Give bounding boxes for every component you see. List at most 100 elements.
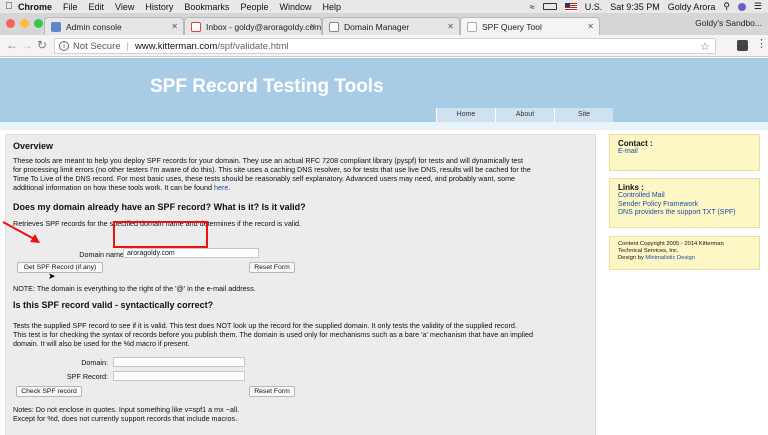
design-credit: Design by Minimalistic Design (618, 255, 751, 262)
domain-name-label: Domain name: (79, 250, 126, 259)
close-window-button[interactable] (6, 19, 15, 28)
tab-label: Admin console (66, 21, 122, 32)
close-icon[interactable]: ✕ (587, 22, 594, 31)
battery-icon[interactable] (542, 3, 557, 10)
url-domain: www.kitterman.com (135, 40, 218, 52)
here-link[interactable]: here (214, 183, 228, 192)
more-menu-icon[interactable]: ⋮ (756, 37, 767, 50)
bookmark-star-icon[interactable]: ☆ (700, 40, 710, 53)
security-label[interactable]: Not Secure (73, 41, 121, 52)
zoom-window-button[interactable] (34, 19, 43, 28)
forward-arrow-icon[interactable]: → (21, 38, 33, 52)
site-title: SPF Record Testing Tools (150, 76, 384, 97)
url-path: /spf/validate.html (217, 40, 289, 52)
macos-menu-bar:  Chrome File Edit View History Bookmark… (0, 0, 768, 13)
menu-history[interactable]: History (145, 2, 173, 12)
overview-line-text: additional information on how these tool… (13, 183, 214, 192)
reload-icon[interactable]: ↻ (37, 38, 47, 52)
info-icon[interactable]: i (59, 41, 69, 51)
menu-extras: ≈ U.S. Sat 9:35 PM Goldy Arora ⚲ ☰ (530, 0, 768, 13)
section2-description: This test is for checking the syntax of … (13, 330, 533, 339)
section2-heading: Is this SPF record valid - syntactically… (13, 300, 214, 310)
banner-strip (0, 122, 768, 130)
design-prefix: Design by (618, 255, 646, 262)
link-controlled-mail[interactable]: Controlled Mail (618, 192, 751, 201)
get-spf-record-button[interactable]: Get SPF Record (if any) (17, 262, 103, 273)
section1-heading: Does my domain already have an SPF recor… (13, 202, 306, 212)
back-arrow-icon[interactable]: ← (6, 38, 18, 52)
annotation-arrow-icon (2, 221, 40, 243)
menu-window[interactable]: Window (279, 2, 311, 12)
spf-record-label: SPF Record: (66, 372, 108, 381)
menu-file[interactable]: File (63, 2, 78, 12)
document-icon (329, 21, 339, 32)
design-link[interactable]: Minimalistic Design (645, 255, 695, 261)
tab-spf-query-tool[interactable]: SPF Query Tool ✕ (460, 17, 600, 35)
menu-app-name[interactable]: Chrome (18, 2, 52, 12)
menu-help[interactable]: Help (322, 2, 341, 12)
overview-line: additional information on how these tool… (13, 183, 591, 192)
link-sender-policy-framework[interactable]: Sender Policy Framework (618, 201, 751, 210)
us-flag-icon[interactable] (564, 2, 577, 11)
section2-description: Tests the supplied SPF record to see if … (13, 321, 517, 330)
browser-toolbar: ← → ↻ i Not Secure | www.kitterman.com /… (0, 35, 768, 57)
overview-line: These tools are meant to help you deploy… (13, 156, 524, 165)
overview-heading: Overview (13, 141, 54, 151)
overview-line: for processing limit errors (no other te… (13, 165, 531, 174)
copyright-line: Content Copyright 2005 - 2014 Kitterman (618, 241, 724, 247)
tab-label: Inbox - goldy@aroragoldy.com (206, 21, 322, 32)
annotation-highlight-box (113, 221, 208, 248)
spf-record-input[interactable] (113, 371, 245, 381)
siri-icon[interactable] (737, 2, 746, 11)
close-icon[interactable]: ✕ (447, 22, 454, 31)
menu-list-icon[interactable]: ☰ (754, 1, 762, 12)
web-page: SPF Record Testing Tools Home About Site… (0, 58, 768, 435)
domain-input[interactable] (113, 357, 245, 367)
tab-label: SPF Query Tool (482, 21, 542, 32)
minimize-window-button[interactable] (20, 19, 29, 28)
section2-note: Except for %d, does not currently suppor… (13, 414, 238, 423)
section1-note: NOTE: The domain is everything to the ri… (13, 284, 256, 293)
profile-button[interactable]: Goldy's Sandbo... (695, 18, 762, 28)
overview-line: Time To Live of the DNS record. For most… (13, 174, 516, 183)
mouse-cursor-icon: ➤ (48, 271, 56, 281)
admin-console-icon (51, 21, 61, 32)
nav-about[interactable]: About (495, 108, 554, 122)
menu-view[interactable]: View (115, 2, 134, 12)
nav-home[interactable]: Home (436, 108, 495, 122)
main-content: Overview These tools are meant to help y… (5, 134, 596, 435)
email-link[interactable]: E-mail (618, 148, 751, 157)
apple-icon[interactable]:  (0, 1, 18, 12)
reset-form-button-1[interactable]: Reset Form (249, 262, 295, 273)
tab-inbox[interactable]: Inbox - goldy@aroragoldy.com ✕ (184, 17, 322, 35)
link-dns-providers[interactable]: DNS providers the support TXT (SPF) (618, 209, 751, 218)
tab-domain-manager[interactable]: Domain Manager ✕ (322, 17, 460, 35)
copyright-box: Content Copyright 2005 - 2014 Kitterman … (609, 236, 760, 270)
reset-form-button-2[interactable]: Reset Form (249, 386, 295, 397)
menu-edit[interactable]: Edit (89, 2, 105, 12)
domain-name-input[interactable]: aroragoldy.com (123, 248, 259, 258)
tab-admin-console[interactable]: Admin console ✕ (44, 17, 184, 35)
tab-label: Domain Manager (344, 21, 410, 32)
search-icon[interactable]: ⚲ (723, 1, 730, 12)
nav-site[interactable]: Site (554, 108, 613, 122)
check-spf-record-button[interactable]: Check SPF record (16, 386, 82, 397)
section2-description: domain. It will also be used for the %d … (13, 339, 190, 348)
user-name[interactable]: Goldy Arora (668, 2, 716, 12)
clock[interactable]: Sat 9:35 PM (610, 2, 660, 12)
wifi-icon[interactable]: ≈ (530, 2, 535, 12)
period: . (228, 183, 231, 192)
address-bar[interactable]: i Not Secure | www.kitterman.com /spf/va… (54, 38, 716, 54)
extension-icon[interactable] (737, 40, 748, 51)
domain-label: Domain: (81, 358, 108, 367)
tab-strip: Admin console ✕ Inbox - goldy@aroragoldy… (0, 13, 768, 35)
site-nav: Home About Site (436, 108, 613, 122)
menu-people[interactable]: People (240, 2, 268, 12)
gmail-icon (191, 21, 201, 32)
close-icon[interactable]: ✕ (309, 22, 316, 31)
links-box: Links : Controlled Mail Sender Policy Fr… (609, 178, 760, 228)
input-source-label[interactable]: U.S. (585, 2, 603, 12)
close-icon[interactable]: ✕ (171, 22, 178, 31)
menu-bookmarks[interactable]: Bookmarks (184, 2, 229, 12)
site-banner: SPF Record Testing Tools Home About Site (0, 58, 768, 122)
